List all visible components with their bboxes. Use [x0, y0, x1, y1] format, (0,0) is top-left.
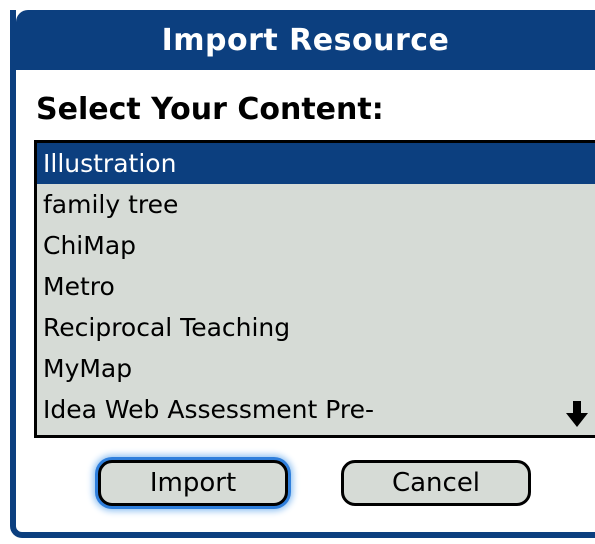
select-content-label: Select Your Content: — [36, 92, 384, 127]
cancel-button[interactable]: Cancel — [341, 460, 531, 506]
arrow-down-icon[interactable] — [566, 401, 588, 427]
list-item-family-tree[interactable]: family tree — [37, 184, 595, 225]
list-item-metro[interactable]: Metro — [37, 266, 595, 307]
list-item-reciprocal-teaching[interactable]: Reciprocal Teaching — [37, 307, 595, 348]
list-item-mymap[interactable]: MyMap — [37, 348, 595, 389]
import-resource-dialog: Import Resource Select Your Content: Ill… — [10, 10, 595, 538]
list-item-illustration[interactable]: Illustration — [37, 143, 595, 184]
content-list[interactable]: Illustration family tree ChiMap Metro Re… — [34, 140, 595, 438]
import-button[interactable]: Import — [98, 460, 288, 506]
list-item-idea-web-assessment[interactable]: Idea Web Assessment Pre- — [37, 389, 595, 430]
list-item-chimap[interactable]: ChiMap — [37, 225, 595, 266]
dialog-title-bar: Import Resource — [16, 10, 595, 70]
dialog-title: Import Resource — [161, 22, 450, 58]
